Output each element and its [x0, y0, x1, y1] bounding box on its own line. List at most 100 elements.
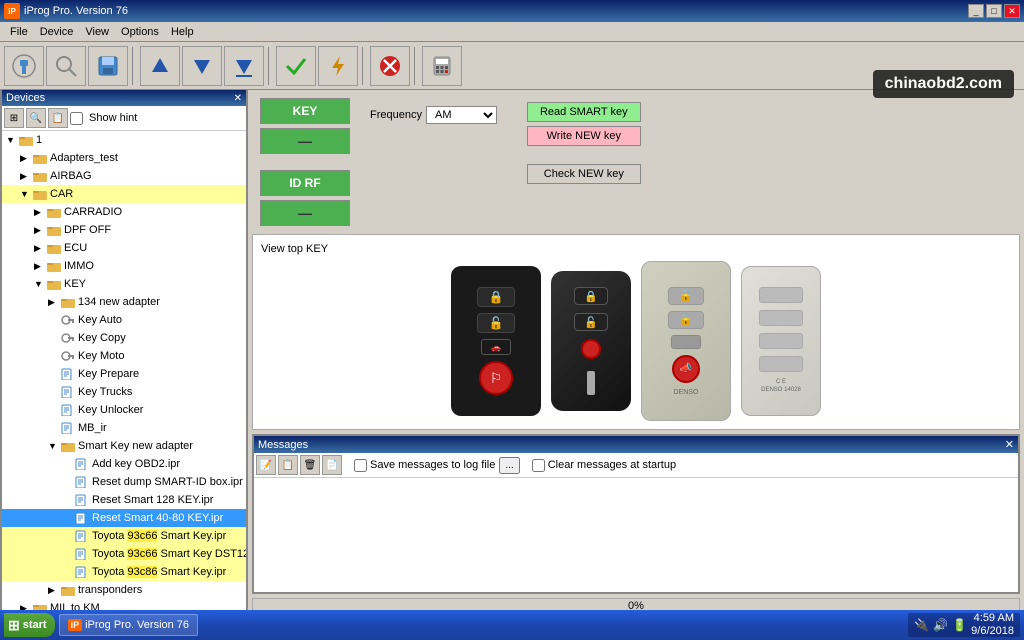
- tree-item-label: AIRBAG: [50, 170, 92, 182]
- tree-item[interactable]: MB_ir: [2, 419, 246, 437]
- tree-container[interactable]: ▼1▶Adapters_test▶AIRBAG▼CAR▶CARRADIO▶DPF…: [2, 131, 246, 616]
- rf-label: ID RF: [260, 170, 350, 196]
- tree-item[interactable]: Key Unlocker: [2, 401, 246, 419]
- messages-content: [254, 478, 1018, 592]
- title-controls[interactable]: _ □ ✕: [968, 4, 1020, 18]
- msg-btn-2[interactable]: 📋: [278, 455, 298, 475]
- tree-item[interactable]: Reset dump SMART-ID box.ipr: [2, 473, 246, 491]
- taskbar-app-iprog[interactable]: iP iProg Pro. Version 76: [59, 614, 198, 636]
- key-label: KEY: [260, 98, 350, 124]
- tree-item[interactable]: ▼CAR: [2, 185, 246, 203]
- tree-item[interactable]: Key Trucks: [2, 383, 246, 401]
- key2-btn3: [581, 339, 601, 359]
- action-buttons: Read SMART key Write NEW key Check NEW k…: [527, 102, 641, 184]
- key1-btn4: ⚐: [479, 361, 513, 395]
- close-button[interactable]: ✕: [1004, 4, 1020, 18]
- taskbar-app-icon: iP: [68, 619, 83, 631]
- msg-btn-4[interactable]: 📄: [322, 455, 342, 475]
- tree-item[interactable]: ▶AIRBAG: [2, 167, 246, 185]
- tree-item[interactable]: Key Auto: [2, 311, 246, 329]
- tree-item[interactable]: Reset Smart 128 KEY.ipr: [2, 491, 246, 509]
- tree-toolbar: ⊞ 🔍 📋 Show hint: [2, 106, 246, 131]
- devices-title-bar: Devices ✕: [2, 90, 246, 106]
- arrow-up-button[interactable]: [140, 46, 180, 86]
- system-time: 4:59 AM 9/6/2018: [971, 612, 1014, 638]
- tree-item[interactable]: Key Prepare: [2, 365, 246, 383]
- tree-item-label: Toyota 93c66 Smart Key DST128.ipr: [92, 548, 246, 560]
- tree-item-label: CAR: [50, 188, 73, 200]
- msg-btn-3[interactable]: 🗑: [300, 455, 320, 475]
- arrow-down2-button[interactable]: [224, 46, 264, 86]
- messages-close[interactable]: ✕: [1005, 438, 1014, 451]
- clear-startup-label[interactable]: Clear messages at startup: [532, 459, 676, 472]
- tree-item-label: Adapters_test: [50, 152, 118, 164]
- toolbar-sep-1: [132, 47, 136, 85]
- key-value: —: [260, 128, 350, 154]
- tree-copy-button[interactable]: 📋: [48, 108, 68, 128]
- tree-item[interactable]: ▼Smart Key new adapter: [2, 437, 246, 455]
- tree-item[interactable]: Toyota 93c86 Smart Key.ipr: [2, 563, 246, 581]
- save-button[interactable]: [88, 46, 128, 86]
- window-title: iProg Pro. Version 76: [24, 5, 128, 17]
- tree-expand-button[interactable]: ⊞: [4, 108, 24, 128]
- show-hint-label[interactable]: Show hint: [89, 112, 137, 124]
- menu-device[interactable]: Device: [34, 24, 80, 40]
- tree-item[interactable]: ▶transponders: [2, 581, 246, 599]
- tree-item-label: Toyota 93c66 Smart Key.ipr: [92, 530, 226, 542]
- connect-button[interactable]: [4, 46, 44, 86]
- show-hint-checkbox[interactable]: [70, 112, 83, 125]
- browse-log-button[interactable]: ...: [499, 457, 519, 474]
- clear-startup-checkbox[interactable]: [532, 459, 545, 472]
- key-image-area: View top KEY 🔒 🔓 🚗 ⚐: [252, 234, 1020, 430]
- save-log-checkbox[interactable]: [354, 459, 367, 472]
- main-area: Devices ✕ ⊞ 🔍 📋 Show hint ▼1▶Adapters_te…: [0, 90, 1024, 618]
- tree-item[interactable]: ▶ECU: [2, 239, 246, 257]
- menu-file[interactable]: File: [4, 24, 34, 40]
- key4-btn3: [759, 333, 803, 349]
- frequency-section: Frequency AM FM 315MHz 433MHz: [370, 106, 497, 124]
- cancel-button[interactable]: [370, 46, 410, 86]
- tree-item[interactable]: ▶DPF OFF: [2, 221, 246, 239]
- tree-item[interactable]: ▶134 new adapter: [2, 293, 246, 311]
- title-bar: iP iProg Pro. Version 76 _ □ ✕: [0, 0, 1024, 22]
- minimize-button[interactable]: _: [968, 4, 984, 18]
- tree-item-label: transponders: [78, 584, 142, 596]
- tree-item[interactable]: ▼KEY: [2, 275, 246, 293]
- tree-item-label: Key Moto: [78, 350, 124, 362]
- tree-item[interactable]: Toyota 93c66 Smart Key DST128.ipr: [2, 545, 246, 563]
- volume-icon: 🔊: [933, 618, 948, 632]
- tree-item[interactable]: ▼1: [2, 131, 246, 149]
- tree-item[interactable]: Add key OBD2.ipr: [2, 455, 246, 473]
- key1-btn3: 🚗: [481, 339, 511, 355]
- write-new-key-button[interactable]: Write NEW key: [527, 126, 641, 146]
- tree-item[interactable]: Reset Smart 40-80 KEY.ipr: [2, 509, 246, 527]
- check-button[interactable]: [276, 46, 316, 86]
- key3-logo: DENSO: [674, 389, 699, 396]
- frequency-select[interactable]: AM FM 315MHz 433MHz: [426, 106, 497, 124]
- tree-item-label: KEY: [64, 278, 86, 290]
- check-new-key-button[interactable]: Check NEW key: [527, 164, 641, 184]
- tree-item[interactable]: Key Moto: [2, 347, 246, 365]
- tree-item[interactable]: Key Copy: [2, 329, 246, 347]
- menu-help[interactable]: Help: [165, 24, 200, 40]
- arrow-down-button[interactable]: [182, 46, 222, 86]
- tree-search-button[interactable]: 🔍: [26, 108, 46, 128]
- read-smart-key-button[interactable]: Read SMART key: [527, 102, 641, 122]
- maximize-button[interactable]: □: [986, 4, 1002, 18]
- menu-options[interactable]: Options: [115, 24, 165, 40]
- tree-item-label: 1: [36, 134, 42, 146]
- msg-btn-1[interactable]: 📝: [256, 455, 276, 475]
- key4-btn2: [759, 310, 803, 326]
- panel-close-button[interactable]: ✕: [234, 93, 242, 104]
- save-log-label[interactable]: Save messages to log file: [354, 459, 495, 472]
- menu-view[interactable]: View: [79, 24, 115, 40]
- flash-button[interactable]: [318, 46, 358, 86]
- tree-item[interactable]: ▶CARRADIO: [2, 203, 246, 221]
- calc-button[interactable]: [422, 46, 462, 86]
- start-button[interactable]: ⊞ start: [4, 613, 55, 637]
- tree-item[interactable]: ▶IMMO: [2, 257, 246, 275]
- tree-item[interactable]: Toyota 93c66 Smart Key.ipr: [2, 527, 246, 545]
- search-device-button[interactable]: [46, 46, 86, 86]
- messages-area: Messages ✕ 📝 📋 🗑 📄 Save messages to log …: [252, 434, 1020, 594]
- tree-item[interactable]: ▶Adapters_test: [2, 149, 246, 167]
